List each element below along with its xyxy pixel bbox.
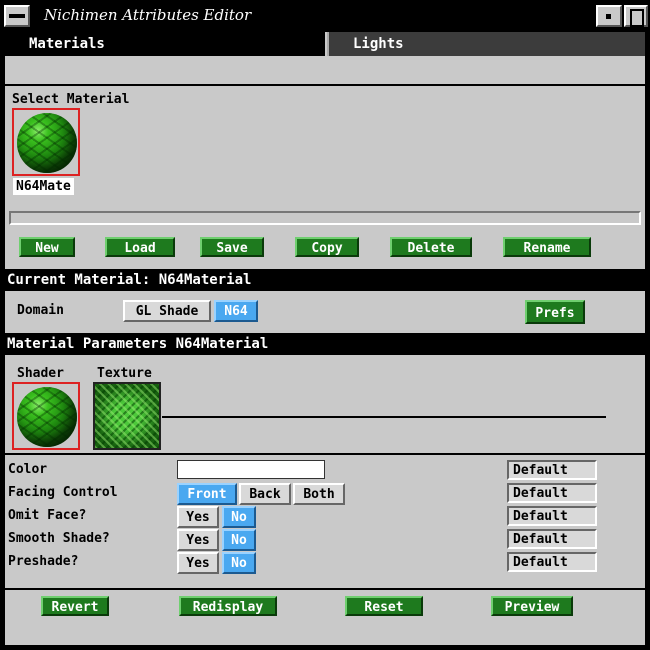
texture-thumbnail[interactable]: [93, 382, 161, 450]
domain-n64-option[interactable]: N64: [214, 300, 258, 322]
params-divider: [5, 453, 645, 455]
material-list-scrollbar[interactable]: [9, 211, 641, 225]
minimize-icon[interactable]: [596, 5, 622, 27]
smooth-shade-default-field[interactable]: Default: [507, 529, 597, 549]
preshade-label: Preshade?: [8, 554, 79, 569]
prefs-button[interactable]: Prefs: [525, 300, 585, 324]
material-thumbnail[interactable]: [12, 108, 80, 176]
delete-button[interactable]: Delete: [390, 237, 472, 257]
color-field[interactable]: [177, 460, 325, 479]
color-default-field[interactable]: Default: [507, 460, 597, 480]
facing-both-option[interactable]: Both: [293, 483, 345, 505]
shader-chain-connector: [162, 416, 606, 418]
smooth-shade-no-option[interactable]: No: [222, 529, 256, 551]
shader-thumbnail[interactable]: [12, 382, 80, 450]
texture-swatch-icon: [95, 384, 159, 448]
copy-button[interactable]: Copy: [295, 237, 359, 257]
save-button[interactable]: Save: [200, 237, 264, 257]
texture-label: Texture: [97, 366, 152, 381]
redisplay-button[interactable]: Redisplay: [179, 596, 277, 616]
editor-window: Nichimen Attributes Editor Materials Lig…: [0, 0, 650, 650]
omit-face-label: Omit Face?: [8, 508, 87, 523]
facing-default-field[interactable]: Default: [507, 483, 597, 503]
tab-bar: Materials Lights: [5, 32, 645, 56]
rename-button[interactable]: Rename: [503, 237, 591, 257]
revert-button[interactable]: Revert: [41, 596, 109, 616]
preshade-yes-option[interactable]: Yes: [177, 552, 219, 574]
reset-button[interactable]: Reset: [345, 596, 423, 616]
omit-face-no-option[interactable]: No: [222, 506, 256, 528]
smooth-shade-label: Smooth Shade?: [8, 531, 110, 546]
load-button[interactable]: Load: [105, 237, 175, 257]
material-sphere-icon: [17, 387, 77, 447]
facing-back-option[interactable]: Back: [239, 483, 291, 505]
material-name-tag: N64Mate: [13, 178, 74, 195]
material-sphere-icon: [17, 113, 77, 173]
tab-lights[interactable]: Lights: [327, 32, 645, 56]
select-material-label: Select Material: [12, 92, 130, 107]
domain-gl-shade-option[interactable]: GL Shade: [123, 300, 211, 322]
facing-front-option[interactable]: Front: [177, 483, 237, 505]
domain-label: Domain: [17, 303, 64, 318]
tab-materials[interactable]: Materials: [5, 32, 325, 56]
material-parameters-bar: Material Parameters N64Material: [5, 333, 645, 355]
window-title: Nichimen Attributes Editor: [44, 6, 252, 24]
color-label: Color: [8, 462, 48, 477]
editor-client-area: Materials Lights Select Material N64Mate…: [5, 32, 645, 645]
shader-label: Shader: [17, 366, 64, 381]
omit-face-yes-option[interactable]: Yes: [177, 506, 219, 528]
window-menu-icon[interactable]: [4, 5, 30, 27]
toolbar-spacer: [5, 56, 645, 86]
facing-control-label: Facing Control: [8, 485, 118, 500]
new-button[interactable]: New: [19, 237, 75, 257]
maximize-icon[interactable]: [624, 5, 648, 27]
omit-face-default-field[interactable]: Default: [507, 506, 597, 526]
preshade-no-option[interactable]: No: [222, 552, 256, 574]
title-bar: Nichimen Attributes Editor: [0, 0, 650, 32]
current-material-bar: Current Material: N64Material: [5, 269, 645, 291]
preshade-default-field[interactable]: Default: [507, 552, 597, 572]
preview-button[interactable]: Preview: [491, 596, 573, 616]
footer-divider: [5, 588, 645, 590]
smooth-shade-yes-option[interactable]: Yes: [177, 529, 219, 551]
